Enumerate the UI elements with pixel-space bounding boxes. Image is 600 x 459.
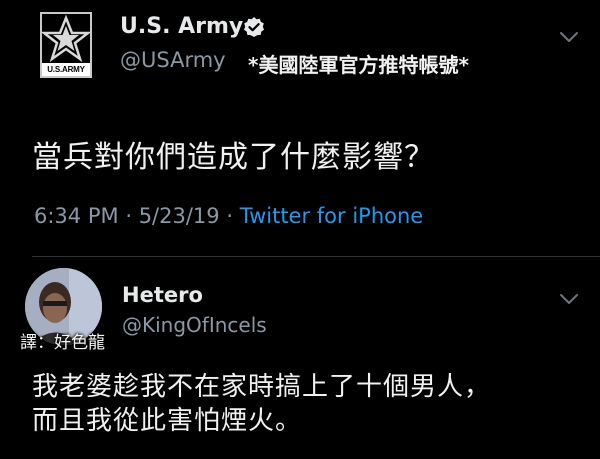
tweet-text: 當兵對你們造成了什麼影響？: [32, 140, 435, 175]
tweet-text: 我老婆趁我不在家時搞上了十個男人， 而且我從此害怕煙火。: [32, 370, 592, 438]
tweet-source-link[interactable]: Twitter for iPhone: [240, 204, 424, 228]
display-name[interactable]: Hetero: [122, 283, 203, 307]
tweet-text-line: 而且我從此害怕煙火。: [32, 406, 303, 436]
translator-credit: 譯：好色龍: [20, 333, 105, 353]
divider: [32, 256, 600, 257]
chevron-down-icon[interactable]: [558, 29, 580, 43]
handle[interactable]: @KingOfIncels: [122, 313, 267, 337]
tweet-metadata: 6:34 PM · 5/23/19 · Twitter for iPhone: [34, 204, 423, 228]
separator: ·: [226, 204, 234, 228]
chevron-down-icon[interactable]: [558, 291, 580, 305]
tweet-text-line: 我老婆趁我不在家時搞上了十個男人，: [32, 372, 492, 402]
separator: ·: [125, 204, 132, 228]
logo-text: U.S.ARMY: [42, 63, 90, 76]
army-logo-avatar[interactable]: U.S.ARMY: [40, 12, 92, 78]
star-icon: [42, 14, 90, 63]
translator-annotation: *美國陸軍官方推特帳號*: [248, 53, 469, 77]
handle[interactable]: @USArmy: [120, 48, 226, 72]
verified-badge-icon: [243, 16, 265, 38]
tweet-date[interactable]: 5/23/19: [139, 204, 220, 228]
display-name[interactable]: U.S. Army: [120, 14, 243, 39]
tweet-time[interactable]: 6:34 PM: [34, 204, 119, 228]
